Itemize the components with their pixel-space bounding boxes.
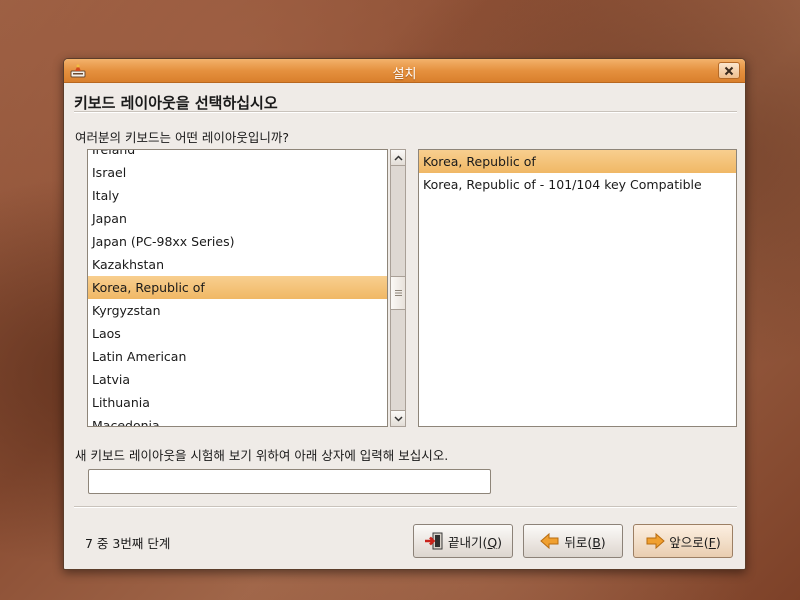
country-item[interactable]: Israel — [88, 161, 387, 184]
exit-icon — [424, 532, 443, 550]
arrow-left-icon — [540, 532, 559, 550]
arrow-right-icon — [646, 532, 666, 550]
country-item-selected[interactable]: Korea, Republic of — [88, 276, 387, 299]
country-item[interactable]: Latvia — [88, 368, 387, 391]
header-divider — [74, 111, 737, 113]
footer-divider — [74, 506, 737, 508]
step-indicator: 7 중 3번째 단계 — [85, 536, 171, 551]
page-title: 키보드 레이아웃을 선택하십시오 — [74, 94, 278, 112]
window-title: 설치 — [392, 67, 417, 82]
quit-label: 끝내기(Q) — [447, 534, 503, 550]
scrollbar-thumb[interactable] — [391, 276, 405, 310]
country-item[interactable]: Kazakhstan — [88, 253, 387, 276]
test-input-label: 새 키보드 레이아웃을 시험해 보기 위하여 아래 상자에 입력해 보십시오. — [75, 448, 449, 463]
chevron-down-icon — [393, 415, 403, 422]
country-item[interactable]: Japan (PC-98xx Series) — [88, 230, 387, 253]
country-item[interactable]: Ireland — [88, 150, 387, 161]
country-item[interactable]: Japan — [88, 207, 387, 230]
variant-list[interactable]: Korea, Republic of Korea, Republic of - … — [418, 149, 737, 427]
grip-icon — [394, 290, 402, 296]
forward-button[interactable]: 앞으로(F) — [633, 524, 733, 558]
scroll-down-button[interactable] — [391, 410, 405, 426]
back-label: 뒤로(B) — [564, 534, 606, 550]
chevron-up-icon — [393, 154, 403, 161]
country-item[interactable]: Latin American — [88, 345, 387, 368]
back-button[interactable]: 뒤로(B) — [523, 524, 623, 558]
forward-label: 앞으로(F) — [669, 534, 721, 550]
scroll-up-button[interactable] — [391, 150, 405, 166]
country-item[interactable]: Macedonia — [88, 414, 387, 426]
country-item[interactable]: Lithuania — [88, 391, 387, 414]
country-item[interactable]: Italy — [88, 184, 387, 207]
close-icon — [724, 66, 734, 75]
variant-item[interactable]: Korea, Republic of - 101/104 key Compati… — [419, 173, 736, 196]
close-button[interactable] — [718, 62, 740, 79]
quit-button[interactable]: 끝내기(Q) — [413, 524, 513, 558]
keyboard-test-input[interactable] — [88, 469, 491, 494]
title-bar[interactable]: 설치 — [64, 59, 745, 83]
variant-item-selected[interactable]: Korea, Republic of — [419, 150, 736, 173]
country-list[interactable]: Ireland Israel Italy Japan Japan (PC-98x… — [87, 149, 388, 427]
installer-window: 설치 키보드 레이아웃을 선택하십시오 여러분의 키보드는 어떤 레이아웃입니까… — [63, 58, 746, 570]
country-list-scrollbar[interactable] — [390, 149, 406, 427]
country-item[interactable]: Kyrgyzstan — [88, 299, 387, 322]
layout-question: 여러분의 키보드는 어떤 레이아웃입니까? — [75, 130, 290, 145]
country-item[interactable]: Laos — [88, 322, 387, 345]
